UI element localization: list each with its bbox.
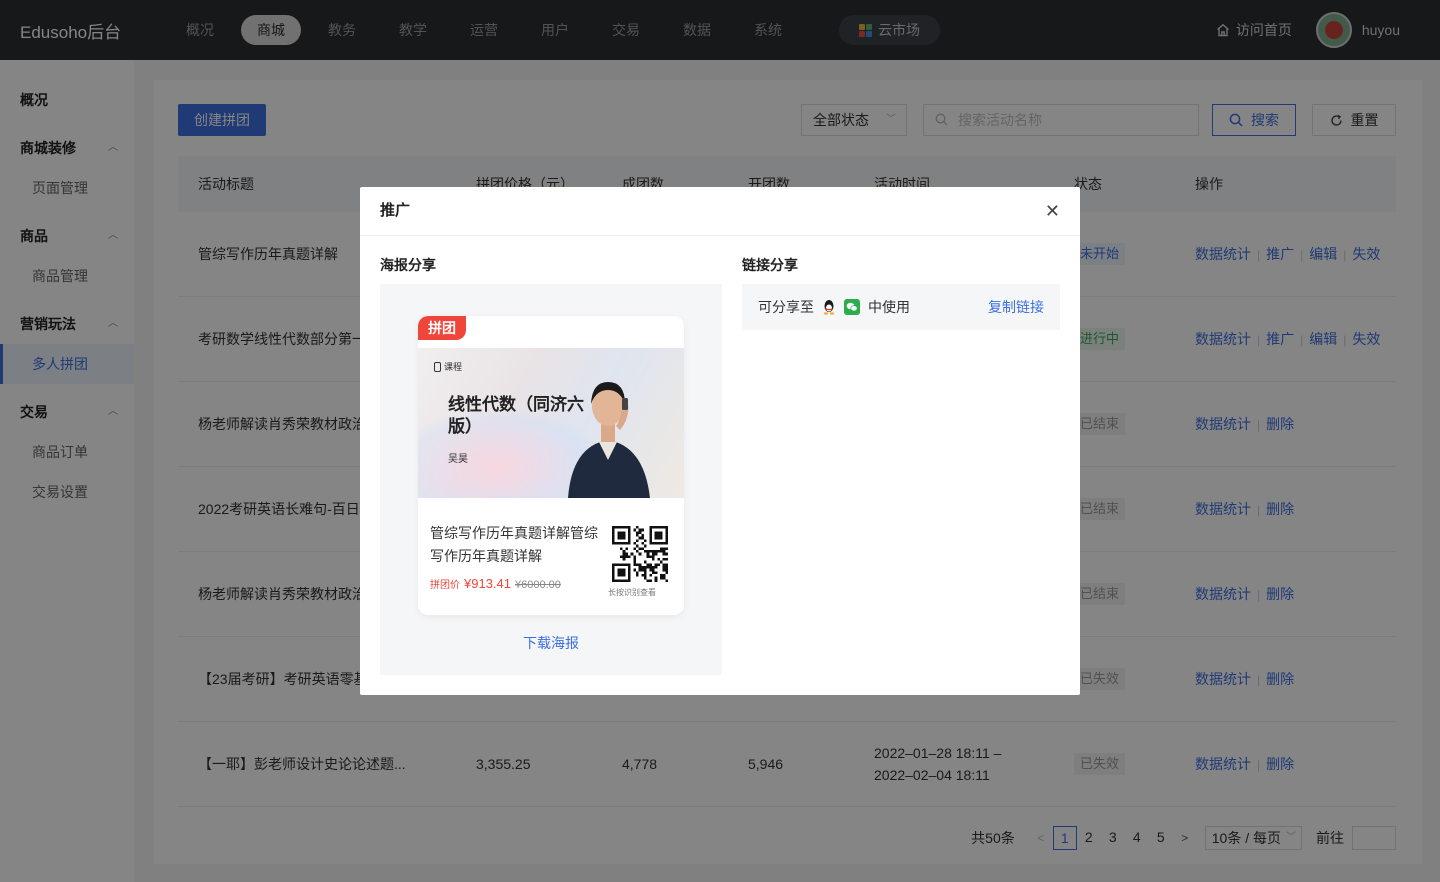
download-poster-link[interactable]: 下载海报 (380, 633, 722, 653)
wechat-icon (844, 299, 860, 315)
copy-link-button[interactable]: 复制链接 (988, 297, 1044, 317)
link-section-title: 链接分享 (742, 257, 798, 273)
poster-price: 拼团价 ¥913.41 ¥6000.00 (430, 576, 561, 591)
qq-icon (822, 299, 836, 315)
modal-title: 推广 (380, 202, 411, 219)
link-share-box: 可分享至 中使用 复制链接 (742, 284, 1060, 330)
cover-author: 吴昊 (448, 454, 468, 465)
teacher-photo (568, 382, 650, 498)
qr-code (612, 526, 668, 582)
qr-caption: 长按识别查看 (608, 588, 656, 597)
course-cover-image: 课程 线性代数（同济六版） 吴昊 (418, 348, 684, 498)
promote-modal: 推广 ✕ 海报分享 链接分享 课程 线性代数（同济六版） 吴昊 拼团 管综写作历… (360, 187, 1080, 695)
modal-header: 推广 ✕ (360, 187, 1080, 236)
close-icon[interactable]: ✕ (1045, 187, 1060, 235)
poster-course-name: 管综写作历年真题详解管综写作历年真题详解 (430, 525, 598, 564)
poster-section-title: 海报分享 (380, 257, 436, 273)
group-buy-badge: 拼团 (418, 316, 466, 340)
poster-card: 课程 线性代数（同济六版） 吴昊 拼团 管综写作历年真题详解管综写作历年真题详解… (418, 316, 684, 615)
course-logo: 课程 (434, 360, 462, 373)
poster-panel: 课程 线性代数（同济六版） 吴昊 拼团 管综写作历年真题详解管综写作历年真题详解… (380, 284, 722, 675)
